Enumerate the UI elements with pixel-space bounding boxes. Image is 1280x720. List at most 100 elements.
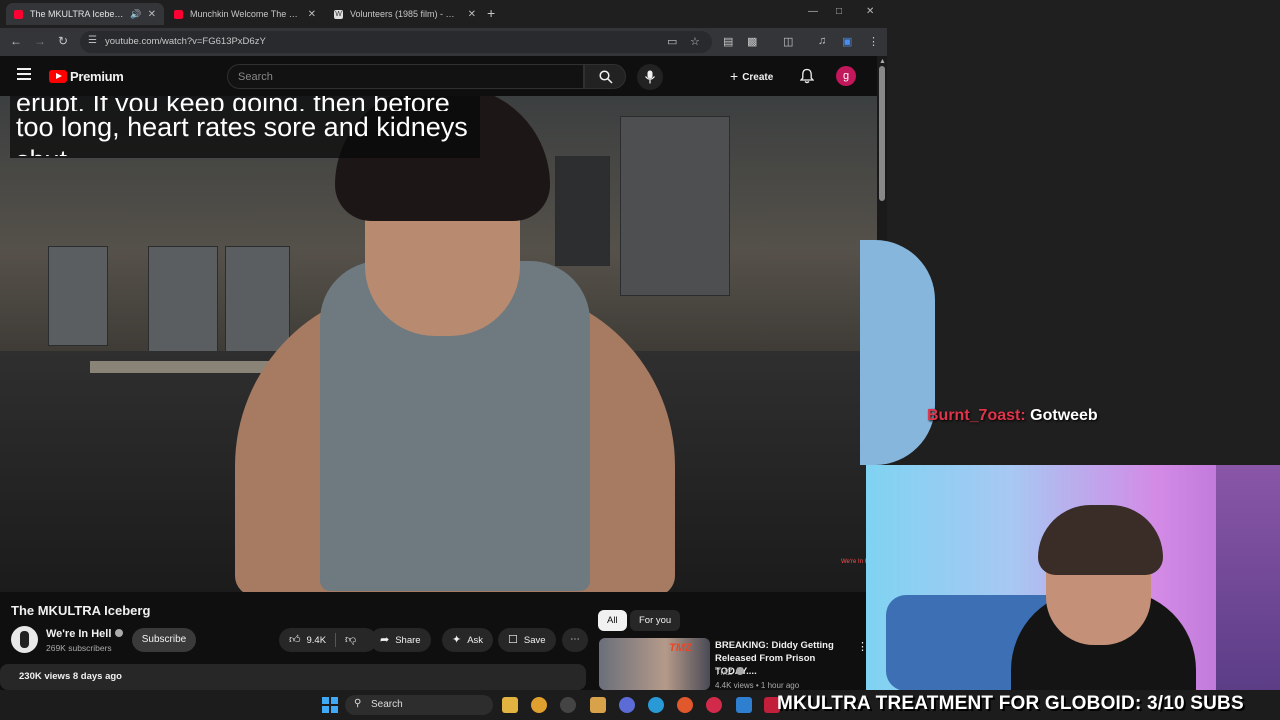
- search-icon: ⚲: [354, 698, 362, 709]
- site-info-icon[interactable]: ☰: [88, 35, 97, 46]
- save-button[interactable]: ☐ Save: [498, 628, 556, 652]
- taskbar-search-placeholder: Search: [371, 699, 403, 710]
- caption-line: too long, heart rates sore and kidneys: [16, 112, 468, 142]
- windows-start-icon[interactable]: [322, 697, 338, 713]
- ask-label: Ask: [467, 635, 484, 646]
- back-icon[interactable]: ←: [10, 34, 22, 48]
- tab-volunteers-wikipedia[interactable]: W Volunteers (1985 film) - Wikipedia ✕: [326, 3, 484, 25]
- bell-icon: [799, 68, 815, 84]
- related-video-thumbnail[interactable]: TMZ: [599, 638, 710, 690]
- voice-search-button[interactable]: [637, 64, 663, 90]
- save-label: Save: [523, 635, 546, 646]
- create-button[interactable]: + Create: [730, 68, 773, 84]
- channel-avatar[interactable]: [11, 626, 38, 653]
- thumbnail-logo: TMZ: [669, 642, 692, 654]
- chat-message: Burnt_7oast: Gotweeb: [927, 407, 1098, 425]
- youtube-favicon-icon: [174, 9, 183, 19]
- vscode-icon[interactable]: [736, 697, 752, 713]
- search-icon: [599, 70, 613, 84]
- meter-box: [555, 156, 610, 266]
- hamburger-menu-icon[interactable]: [17, 68, 31, 80]
- channel-name[interactable]: We're In Hell: [46, 628, 124, 640]
- tab-mkultra-iceberg[interactable]: The MKULTRA Iceberg - YouTube 🔊 ✕: [6, 3, 164, 25]
- youtube-premium-logo[interactable]: Premium: [70, 69, 124, 84]
- close-tab-icon[interactable]: ✕: [308, 9, 316, 20]
- edge-icon[interactable]: [648, 697, 664, 713]
- related-video-channel[interactable]: TMZ: [715, 667, 745, 677]
- more-horizontal-icon: ⋯: [570, 634, 580, 645]
- webcam-feed: [866, 465, 1280, 691]
- description-box[interactable]: 230K views 8 days ago: [0, 664, 586, 690]
- account-avatar[interactable]: g: [836, 66, 856, 86]
- search-placeholder: Search: [238, 71, 273, 83]
- view-count-date: 230K views 8 days ago: [19, 671, 122, 682]
- more-actions-button[interactable]: ⋯: [562, 628, 588, 652]
- app-4k-icon[interactable]: [560, 697, 576, 713]
- tab-title: The MKULTRA Iceberg - YouTube: [30, 9, 124, 19]
- address-url[interactable]: youtube.com/watch?v=FG613PxD6zY: [105, 36, 266, 47]
- plus-icon: +: [730, 68, 739, 84]
- menu-kebab-icon[interactable]: ⋮: [868, 35, 879, 48]
- subscribe-button[interactable]: Subscribe: [132, 628, 196, 652]
- address-bar[interactable]: ☰ youtube.com/watch?v=FG613PxD6zY: [80, 31, 712, 53]
- ask-button[interactable]: ✦ Ask: [442, 628, 494, 652]
- youtube-favicon-icon: [14, 9, 23, 19]
- minimize-icon[interactable]: —: [808, 6, 818, 17]
- tab-strip: The MKULTRA Iceberg - YouTube 🔊 ✕ Munchk…: [0, 0, 887, 28]
- chip-for-you[interactable]: For you: [630, 610, 681, 631]
- verified-icon: [736, 667, 745, 675]
- video-title: The MKULTRA Iceberg: [11, 603, 151, 618]
- streamer-hair: [1038, 505, 1163, 575]
- notifications-button[interactable]: [799, 68, 815, 89]
- chat-text: Gotweeb: [1030, 407, 1098, 424]
- stream-ticker: MKULTRA TREATMENT FOR GLOBOID: 3/10 SUBS: [777, 693, 1244, 714]
- scroll-up-arrow-icon[interactable]: ▲: [879, 58, 886, 65]
- taskbar-search[interactable]: ⚲ Search: [345, 695, 493, 715]
- youtube-logo-icon[interactable]: [49, 70, 67, 83]
- search-button[interactable]: [584, 64, 626, 89]
- vlc-icon[interactable]: [590, 697, 606, 713]
- close-tab-icon[interactable]: ✕: [468, 9, 476, 20]
- app-icon[interactable]: [706, 697, 722, 713]
- like-button[interactable]: 👍︎ 9.4K: [289, 634, 327, 646]
- overlay-decoration: [860, 240, 935, 465]
- reading-list-icon[interactable]: ▤: [723, 35, 733, 48]
- video-player[interactable]: erupt. If you keep going, then before to…: [0, 96, 877, 592]
- cast-icon[interactable]: ▭: [667, 35, 677, 48]
- channel-name-text[interactable]: We're In Hell: [46, 628, 111, 640]
- divider: [335, 633, 336, 647]
- video-captions: erupt. If you keep going, then before to…: [10, 96, 480, 158]
- dislike-button[interactable]: 👎︎: [345, 628, 356, 652]
- share-icon: ➦: [380, 634, 390, 646]
- tab-munchkin[interactable]: Munchkin Welcome The Wizard ✕: [166, 3, 324, 25]
- browser-toolbar: ← → ↻ ☰ youtube.com/watch?v=FG613PxD6zY …: [0, 28, 887, 56]
- chat-username: Burnt_7oast:: [927, 407, 1026, 424]
- media-control-icon[interactable]: ♫: [818, 35, 826, 47]
- bookmark-star-icon[interactable]: ☆: [690, 35, 700, 48]
- app-icon[interactable]: [619, 697, 635, 713]
- tab-title: Volunteers (1985 film) - Wikipedia: [350, 9, 462, 19]
- new-tab-icon[interactable]: +: [487, 5, 495, 21]
- browser-window: The MKULTRA Iceberg - YouTube 🔊 ✕ Munchk…: [0, 0, 887, 690]
- file-explorer-icon[interactable]: [502, 697, 518, 713]
- sidepanel-icon[interactable]: ◫: [783, 35, 793, 48]
- share-label: Share: [395, 635, 421, 646]
- app-icon[interactable]: [531, 697, 547, 713]
- caption-line: shut: [16, 144, 472, 156]
- search-input[interactable]: Search: [227, 64, 584, 89]
- firefox-icon[interactable]: [677, 697, 693, 713]
- scrollbar-thumb[interactable]: [879, 66, 885, 201]
- profile-icon[interactable]: ▣: [842, 35, 852, 48]
- breaker-box: [48, 246, 108, 346]
- like-count: 9.4K: [306, 635, 327, 646]
- speaker-icon[interactable]: 🔊: [130, 9, 141, 20]
- forward-icon[interactable]: →: [34, 34, 46, 48]
- reload-icon[interactable]: ↻: [58, 34, 68, 48]
- close-window-icon[interactable]: ✕: [866, 6, 874, 17]
- maximize-icon[interactable]: □: [836, 6, 842, 17]
- chip-all[interactable]: All: [598, 610, 627, 631]
- share-button[interactable]: ➦ Share: [370, 628, 431, 652]
- related-channel-name[interactable]: TMZ: [715, 667, 732, 677]
- close-tab-icon[interactable]: ✕: [148, 9, 156, 20]
- extensions-icon[interactable]: ▩: [747, 35, 757, 48]
